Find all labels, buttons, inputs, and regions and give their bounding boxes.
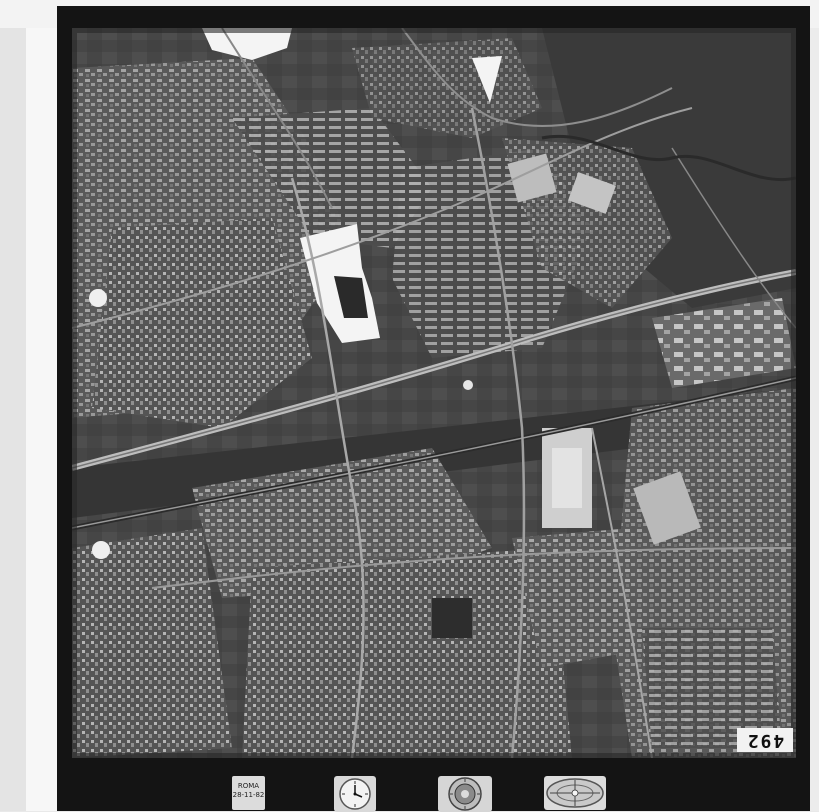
frame-number-label: 492 [737,728,793,752]
aerial-photo [72,28,796,758]
left-paper-strip [26,28,57,811]
level-bubble-icon [544,776,606,810]
data-plate-icon: ROMA 28-11-82 [232,776,265,810]
clock-icon [334,776,376,812]
data-plate-line-1: ROMA [237,782,260,790]
altimeter-icon [438,776,492,812]
data-plate-line-2: 28-11-82 [232,791,265,799]
